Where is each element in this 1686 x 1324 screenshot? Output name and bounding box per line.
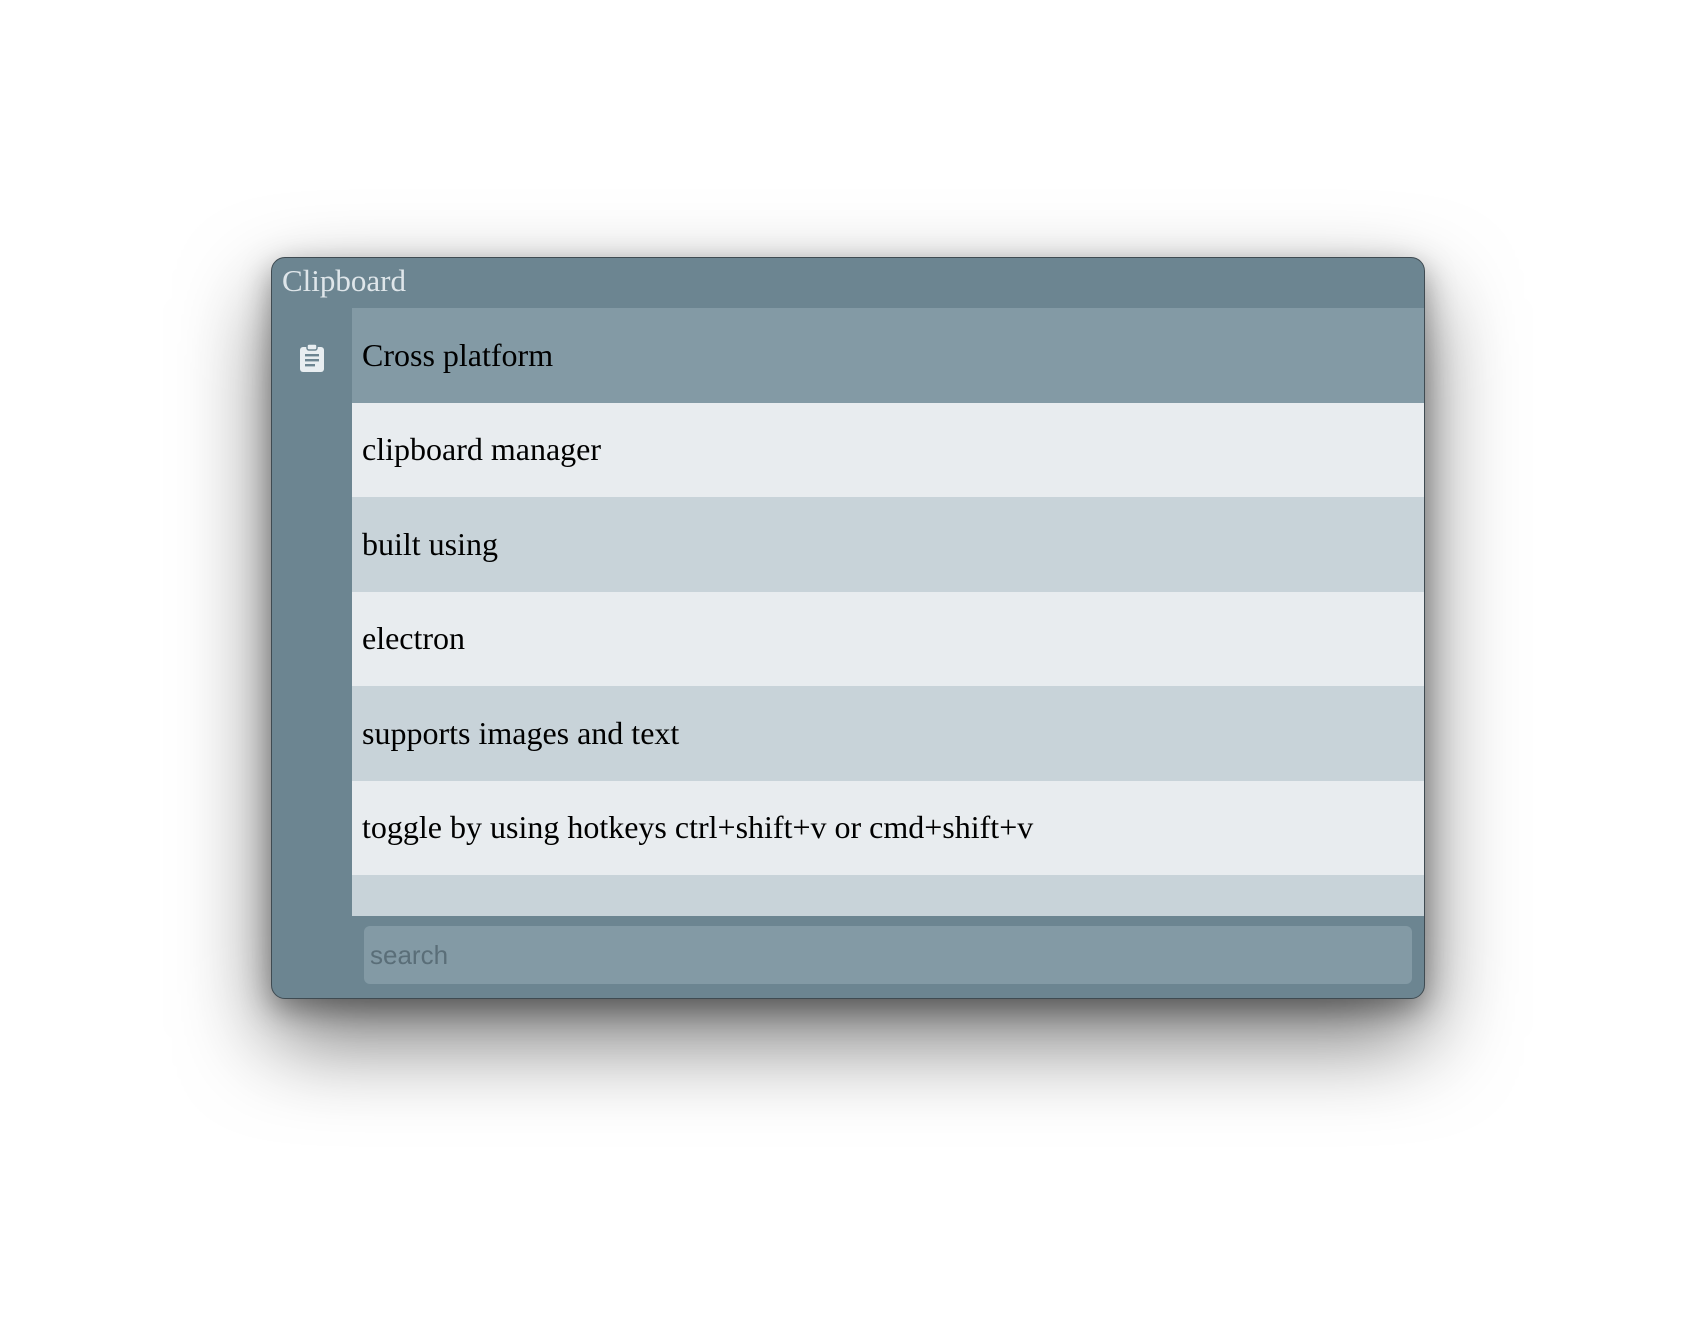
- clip-item-text: supports images and text: [362, 714, 680, 751]
- clip-item[interactable]: [352, 875, 1424, 916]
- clip-item-text: clipboard manager: [362, 431, 601, 468]
- clip-item-text: Cross platform: [362, 336, 554, 373]
- sidebar: [272, 308, 352, 998]
- clip-item[interactable]: Cross platform: [352, 308, 1424, 403]
- clipboard-window: Clipboard Cross platform clipboard manag…: [271, 257, 1425, 999]
- search-input[interactable]: [364, 926, 1412, 984]
- title-bar[interactable]: Clipboard: [272, 258, 1424, 308]
- clip-item-text: electron: [362, 620, 466, 657]
- window-title: Clipboard: [282, 263, 406, 298]
- clip-item-text: built using: [362, 525, 499, 562]
- search-box: [364, 926, 1412, 984]
- clip-item[interactable]: built using: [352, 497, 1424, 592]
- clip-item[interactable]: supports images and text: [352, 686, 1424, 781]
- clipboard-icon[interactable]: [299, 343, 325, 373]
- clip-item[interactable]: toggle by using hotkeys ctrl+shift+v or …: [352, 780, 1424, 875]
- clip-item[interactable]: clipboard manager: [352, 402, 1424, 497]
- clip-list: Cross platform clipboard manager built u…: [352, 308, 1424, 916]
- clip-item-text: toggle by using hotkeys ctrl+shift+v or …: [362, 809, 1034, 846]
- clip-item[interactable]: electron: [352, 591, 1424, 686]
